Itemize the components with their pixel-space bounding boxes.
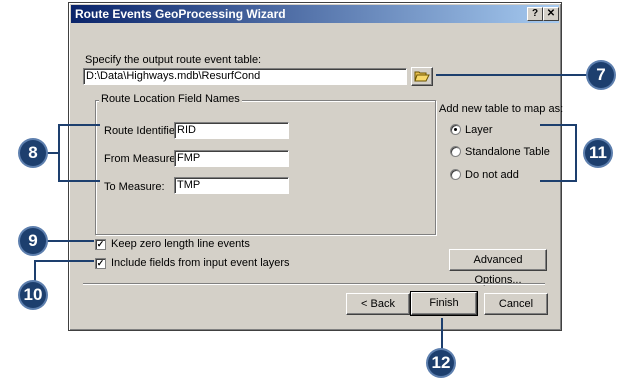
browse-button[interactable] [411,67,433,86]
callout-8-bracket-bottom [58,180,100,182]
to-measure-input[interactable]: TMP [174,177,289,194]
help-icon[interactable]: ? [527,7,543,21]
callout-8: 8 [20,140,46,166]
layer-radio[interactable] [450,124,461,135]
close-icon[interactable]: ✕ [543,7,559,21]
finish-button[interactable]: Finish [410,291,478,316]
callout-12: 12 [428,350,454,376]
callout-9: 9 [20,228,46,254]
layer-radio-label[interactable]: Layer [465,124,493,136]
callout-7: 7 [588,62,614,88]
open-folder-icon [414,71,430,82]
callout-11-bracket-bottom [540,180,576,182]
callout-12-leader [441,318,443,352]
standalone-table-radio[interactable] [450,146,461,157]
route-fields-group-title: Route Location Field Names [99,93,242,105]
cancel-button[interactable]: Cancel [484,293,548,315]
to-measure-label: To Measure: [104,181,165,193]
standalone-table-radio-label[interactable]: Standalone Table [465,146,550,158]
do-not-add-radio-label[interactable]: Do not add [465,169,519,181]
include-fields-label[interactable]: Include fields from input event layers [111,257,290,269]
from-measure-input[interactable]: FMP [174,150,289,167]
do-not-add-radio[interactable] [450,169,461,180]
keep-zero-length-label[interactable]: Keep zero length line events [111,238,250,250]
callout-10-leader-v [34,260,36,282]
callout-10: 10 [20,282,46,308]
include-fields-checkbox[interactable]: ✓ [95,258,106,269]
keep-zero-length-checkbox[interactable]: ✓ [95,239,106,250]
callout-8-leader [44,152,59,154]
route-fields-group [95,100,436,235]
output-table-label: Specify the output route event table: [85,54,262,66]
add-table-label: Add new table to map as: [439,103,564,115]
back-button[interactable]: < Back [346,293,410,315]
wizard-dialog: Route Events GeoProcessing Wizard ? ✕ Sp… [68,2,564,331]
callout-10-leader-h [34,260,94,262]
output-table-input[interactable]: D:\Data\Highways.mdb\ResurfCond [83,68,407,85]
callout-9-leader [44,240,94,242]
route-identifier-input[interactable]: RID [174,122,289,139]
separator [83,283,545,285]
from-measure-label: From Measure: [104,153,179,165]
callout-11-bracket-top [540,124,576,126]
route-identifier-label: Route Identifier: [104,125,182,137]
callout-11-bracket [575,124,577,182]
window-title: Route Events GeoProcessing Wizard [75,7,286,21]
callout-11: 11 [585,140,611,166]
callout-8-bracket-top [58,124,100,126]
title-bar[interactable]: Route Events GeoProcessing Wizard ? ✕ [71,5,559,23]
advanced-options-button[interactable]: Advanced Options... [449,249,547,286]
callout-7-leader [436,74,588,76]
